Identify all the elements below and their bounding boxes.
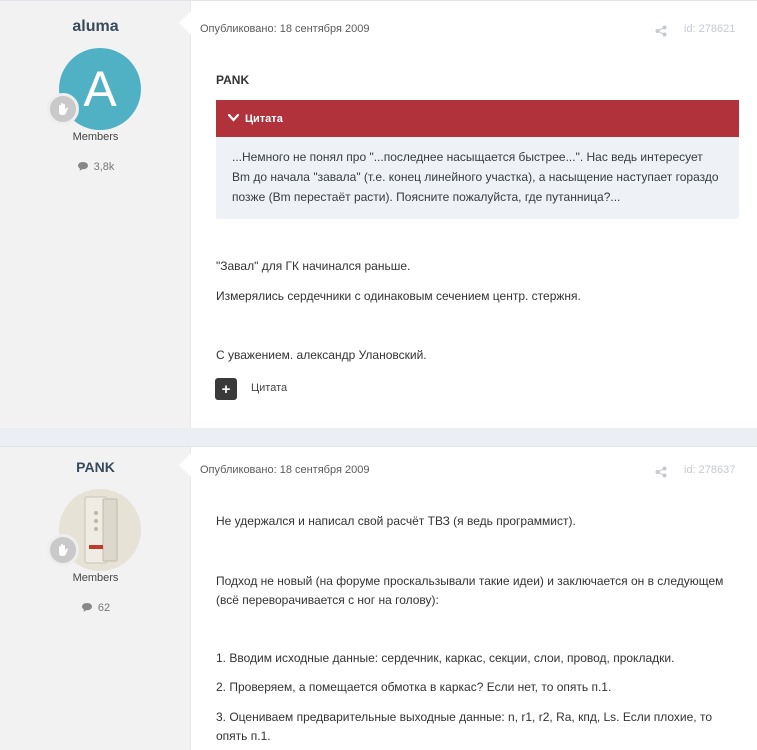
author-panel: PANK Members 62 xyxy=(0,447,191,750)
author-panel: aluma A Members 3,8k xyxy=(0,1,191,428)
post-date[interactable]: Опубликовано: 18 сентября 2009 xyxy=(200,23,369,35)
post-paragraph: 1. Вводим исходные данные: сердечник, ка… xyxy=(216,651,675,665)
post-count-value: 62 xyxy=(97,602,111,614)
post-id: id: 278637 xyxy=(684,464,736,476)
share-icon[interactable] xyxy=(655,465,667,483)
post-count-value: 3,8k xyxy=(93,161,115,173)
post-signature: С уважением. александр Улановский. xyxy=(216,348,427,362)
post-id: id: 278621 xyxy=(684,23,736,35)
share-icon[interactable] xyxy=(655,24,667,42)
post-paragraph: Подход не новый (на форуме проскальзывал… xyxy=(216,574,724,607)
plus-icon: + xyxy=(221,380,231,398)
post-count: 62 xyxy=(0,602,191,614)
comment-icon xyxy=(77,162,88,171)
post-paragraph: "Завал" для ГК начинался раньше. xyxy=(216,259,411,273)
comment-icon xyxy=(81,603,92,612)
quote-header[interactable]: Цитата xyxy=(216,100,739,137)
member-group: Members xyxy=(72,572,119,584)
post-paragraph: 2. Проверяем, а помещается обмотка в кар… xyxy=(216,680,612,694)
hand-badge-icon xyxy=(47,534,79,566)
avatar-letter: A xyxy=(83,61,117,117)
author-name[interactable]: aluma xyxy=(0,18,191,36)
post-paragraph: 3. Оцениваем предварительные выходные да… xyxy=(216,710,712,743)
post-278637: PANK Members 62 Опубликовано: 18 сентябр… xyxy=(0,446,757,750)
quote-button[interactable]: Цитата xyxy=(251,382,287,394)
post-paragraph: Не удержался и написал свой расчёт ТВЗ (… xyxy=(216,514,576,528)
hand-badge-icon xyxy=(47,93,79,125)
quoted-author: PANK xyxy=(216,73,250,87)
author-arrow xyxy=(179,453,191,477)
chevron-down-icon xyxy=(227,113,240,125)
post-separator xyxy=(0,428,757,446)
quote-label: Цитата xyxy=(245,112,283,125)
post-278621: aluma A Members 3,8k Опубликовано: 18 се… xyxy=(0,0,757,428)
multiquote-button[interactable]: + xyxy=(215,378,237,400)
quote-text: ...Немного не понял про "...последнее на… xyxy=(232,150,719,204)
quote-block: Цитата ...Немного не понял про "...после… xyxy=(216,100,739,219)
post-date[interactable]: Опубликовано: 18 сентября 2009 xyxy=(200,464,369,476)
post-paragraph: Измерялись сердечники с одинаковым сечен… xyxy=(216,289,581,303)
author-name[interactable]: PANK xyxy=(0,459,191,475)
member-group: Members xyxy=(72,131,119,143)
author-arrow xyxy=(179,11,191,35)
post-count: 3,8k xyxy=(0,161,191,173)
